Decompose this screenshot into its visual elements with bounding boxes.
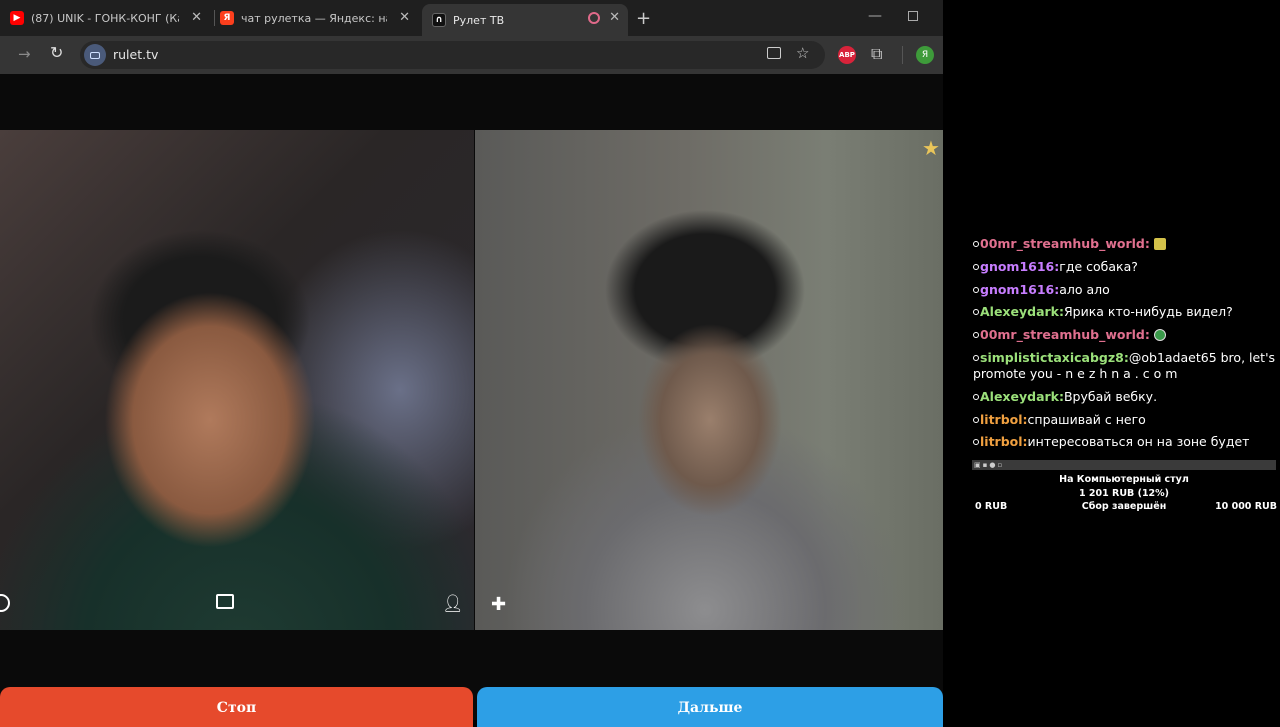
chat-text: интересоваться он на зоне будет bbox=[1027, 434, 1250, 450]
tab-yandex[interactable]: Я чат рулетка — Яндекс: нашло ✕ bbox=[220, 4, 418, 32]
adblock-icon[interactable]: ABP bbox=[838, 46, 856, 64]
chat-message: simplistictaxicabgz8:@ob1adaet65 bro, le… bbox=[973, 350, 1278, 382]
chat-nick: Alexeydark: bbox=[980, 388, 1064, 404]
chat-text: где собака? bbox=[1059, 258, 1138, 274]
maximize-icon[interactable] bbox=[908, 11, 918, 21]
extensions-icon[interactable]: ⧉ bbox=[871, 44, 882, 64]
tab-title: (87) UNIK - ГОНК-КОНГ (Казах bbox=[31, 11, 179, 25]
url-text[interactable]: rulet.tv bbox=[113, 47, 158, 62]
donation-goal-amount: 1 201 RUB (12%) bbox=[1078, 488, 1170, 499]
chat-nick: 00mr_streamhub_world: bbox=[980, 327, 1150, 343]
stop-button[interactable]: Стоп bbox=[0, 687, 473, 727]
chat-nick: litrbol: bbox=[980, 434, 1028, 450]
chat-message: 00mr_streamhub_world: bbox=[973, 327, 1278, 343]
bullet-icon bbox=[973, 263, 979, 270]
minimize-icon[interactable]: — bbox=[868, 8, 882, 24]
toolbar-separator bbox=[902, 46, 903, 64]
profile-avatar[interactable]: Я bbox=[916, 46, 934, 64]
bullet-icon bbox=[973, 439, 979, 446]
chat-text: ало ало bbox=[1059, 281, 1110, 297]
chat-tools-icons: ▣▪●▫ bbox=[974, 461, 1005, 469]
chat-text: спрашивай с него bbox=[1027, 411, 1146, 427]
site-info-icon[interactable] bbox=[84, 44, 106, 66]
install-app-icon[interactable] bbox=[767, 47, 781, 59]
chat-message: Alexeydark:Врубай вебку. bbox=[973, 389, 1278, 405]
chat-nick: 00mr_streamhub_world: bbox=[980, 236, 1150, 251]
bullet-icon bbox=[973, 416, 979, 423]
remote-video: 👤︎ bbox=[0, 130, 474, 630]
face-emote-icon bbox=[1153, 329, 1166, 342]
tab-youtube[interactable]: ▶ (87) UNIK - ГОНК-КОНГ (Казах ✕ bbox=[10, 4, 210, 32]
chat-message: gnom1616:ало ало bbox=[973, 282, 1278, 298]
chat-message: litrbol:интересоваться он на зоне будет bbox=[973, 434, 1278, 450]
chat-message: gnom1616:где собака? bbox=[973, 259, 1278, 275]
donation-goal-max: 10 000 RUB bbox=[1215, 501, 1277, 512]
chat-message: Alexeydark:Ярика кто-нибудь видел? bbox=[973, 304, 1278, 320]
bullet-icon bbox=[973, 393, 979, 400]
address-bar[interactable]: rulet.tv ☆ bbox=[80, 41, 825, 69]
browser-window: ▶ (87) UNIK - ГОНК-КОНГ (Казах ✕ Я чат р… bbox=[0, 0, 943, 727]
bookmark-star-icon[interactable]: ☆ bbox=[796, 44, 809, 62]
bullet-icon bbox=[973, 309, 979, 316]
reload-icon[interactable]: ↻ bbox=[50, 43, 63, 62]
rulet-icon: ∩ bbox=[432, 13, 446, 27]
star-emote-icon bbox=[1153, 238, 1166, 250]
gift-icon[interactable] bbox=[216, 594, 234, 609]
chat-overlay: 00mr_streamhub_world: gnom1616:где собак… bbox=[943, 0, 1280, 720]
next-button[interactable]: Дальше bbox=[477, 687, 943, 727]
bullet-icon bbox=[973, 332, 979, 339]
chat-message: litrbol:спрашивай с него bbox=[973, 412, 1278, 428]
chat-input-strip: ▣▪●▫ bbox=[972, 460, 1276, 470]
chat-nick: simplistictaxicabgz8: bbox=[980, 349, 1129, 365]
bullet-icon bbox=[973, 286, 979, 293]
chat-text: Ярика кто-нибудь видел? bbox=[1063, 304, 1233, 320]
browser-toolbar: → ↻ rulet.tv ☆ ABP ⧉ Я bbox=[0, 36, 943, 74]
forward-icon[interactable]: → bbox=[18, 45, 31, 63]
person-icon[interactable]: 👤︎ bbox=[442, 594, 464, 614]
close-icon[interactable]: ✕ bbox=[399, 10, 410, 25]
local-video: ★ ✚ bbox=[475, 130, 943, 630]
bullet-icon bbox=[973, 241, 979, 247]
chat-nick: Alexeydark: bbox=[980, 304, 1064, 320]
chat-text: Врубай вебку. bbox=[1063, 388, 1158, 404]
bullet-icon bbox=[973, 354, 979, 361]
close-icon[interactable]: ✕ bbox=[191, 10, 202, 25]
tab-title: Рулет ТВ bbox=[453, 13, 505, 27]
close-icon[interactable]: ✕ bbox=[609, 10, 620, 25]
chat-nick: gnom1616: bbox=[980, 281, 1060, 297]
new-tab-button[interactable]: + bbox=[636, 8, 651, 29]
chat-list: 00mr_streamhub_world: gnom1616:где собак… bbox=[973, 236, 1278, 457]
donation-goal-title: На Компьютерный стул bbox=[1059, 474, 1189, 485]
tab-separator bbox=[214, 10, 215, 26]
info-icon[interactable] bbox=[0, 594, 10, 612]
favorite-star-icon[interactable]: ★ bbox=[922, 136, 940, 160]
chat-nick: litrbol: bbox=[980, 411, 1028, 427]
tab-bar: ▶ (87) UNIK - ГОНК-КОНГ (Казах ✕ Я чат р… bbox=[0, 0, 943, 36]
tab-title: чат рулетка — Яндекс: нашло bbox=[241, 11, 387, 25]
gamepad-icon[interactable]: ✚ bbox=[491, 594, 506, 615]
tab-rulet[interactable]: ∩ Рулет ТВ ✕ bbox=[422, 4, 628, 36]
chat-message: 00mr_streamhub_world: bbox=[973, 236, 1278, 252]
yandex-icon: Я bbox=[220, 11, 234, 25]
chat-nick: gnom1616: bbox=[980, 258, 1060, 274]
recording-icon bbox=[588, 12, 600, 24]
youtube-icon: ▶ bbox=[10, 11, 24, 25]
